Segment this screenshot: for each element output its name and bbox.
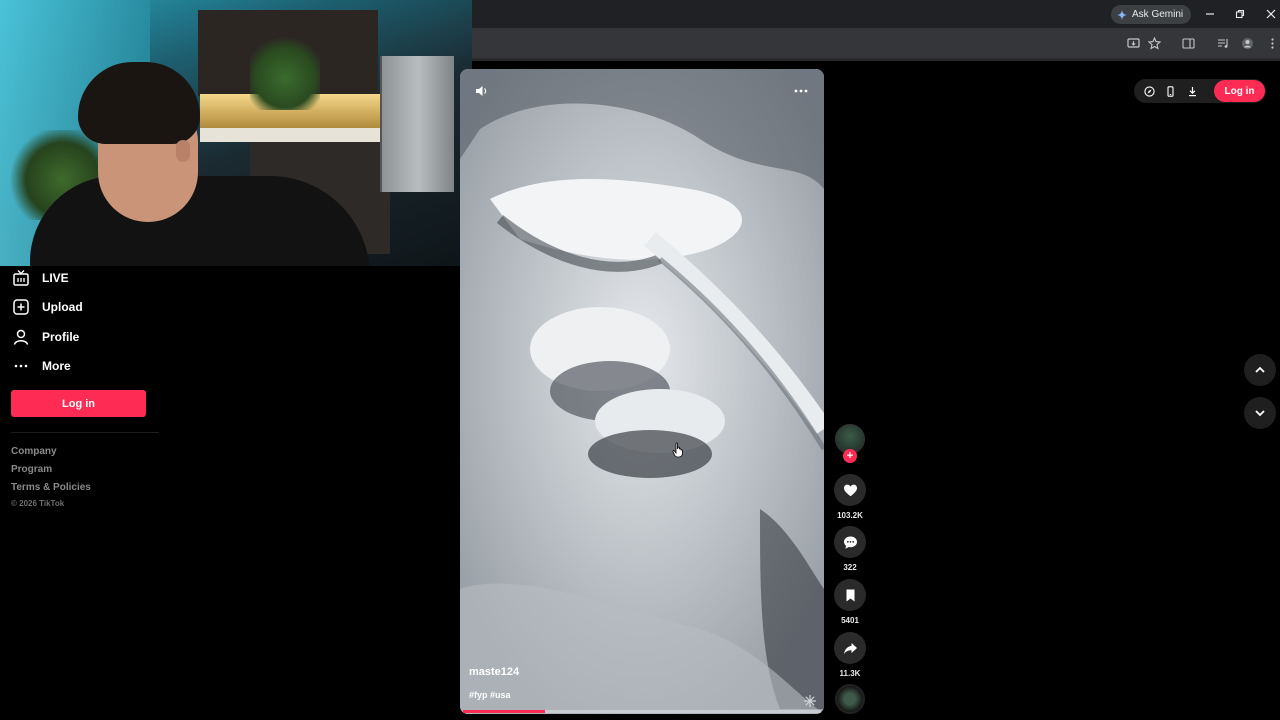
next-video-button[interactable] [1244, 397, 1276, 429]
install-app-icon [1126, 37, 1140, 48]
comment-count: 322 [843, 563, 857, 572]
save-count: 5401 [841, 616, 859, 625]
follow-plus-button[interactable]: + [843, 449, 857, 463]
sidebar-item-label: More [42, 359, 71, 373]
like-count: 103.2K [837, 511, 863, 520]
music-disc-icon[interactable] [835, 684, 865, 714]
like-button[interactable] [834, 474, 866, 506]
profile-icon [1241, 37, 1253, 49]
volume-icon[interactable] [474, 84, 488, 98]
top-login-button[interactable]: Log in [1214, 80, 1265, 102]
download-button[interactable] [1185, 84, 1199, 98]
video-hashtags[interactable]: #fyp #usa [469, 690, 511, 700]
video-username[interactable]: maste124 [469, 666, 519, 678]
sidebar-item-more[interactable]: More [12, 355, 71, 377]
restore-icon [1235, 9, 1245, 19]
footer-link-program[interactable]: Program [11, 464, 52, 475]
heart-icon [843, 484, 857, 496]
share-button[interactable] [834, 632, 866, 664]
sidebar-item-label: Profile [42, 330, 80, 344]
share-count: 11.3K [839, 669, 861, 678]
explore-button[interactable] [1142, 84, 1156, 98]
browser-menu-button[interactable] [1264, 35, 1280, 51]
video-player[interactable] [460, 69, 824, 714]
chevron-down-icon [1255, 410, 1265, 417]
side-panel-icon [1181, 37, 1195, 49]
compass-icon [1143, 85, 1155, 97]
chevron-up-icon [1255, 366, 1265, 373]
bookmark-star-icon [1147, 36, 1161, 50]
profile-button[interactable] [1239, 35, 1255, 51]
phone-icon [1166, 85, 1174, 97]
menu-icon [1270, 37, 1274, 49]
comment-icon [843, 536, 857, 549]
minimize-icon [1206, 13, 1214, 15]
webcam-overlay [0, 0, 472, 266]
media-control-button[interactable] [1215, 35, 1231, 51]
sidebar-item-live[interactable]: LIVE [12, 267, 69, 289]
close-icon [1266, 9, 1276, 19]
close-window-button[interactable] [1263, 6, 1279, 22]
media-icon [1217, 38, 1228, 48]
restore-button[interactable] [1232, 6, 1248, 22]
download-icon [1188, 86, 1196, 96]
previous-video-button[interactable] [1244, 354, 1276, 386]
sidebar-item-upload[interactable]: Upload [12, 296, 83, 318]
save-button[interactable] [834, 579, 866, 611]
sidebar-item-label: Upload [42, 300, 83, 314]
bookmark-button[interactable] [1146, 35, 1162, 51]
sidebar-login-button[interactable]: Log in [11, 390, 146, 417]
get-app-button[interactable] [1163, 84, 1177, 98]
live-tv-icon [13, 270, 29, 286]
screen: Ask Gemini LIVE Upload Profile More Log … [0, 0, 1280, 720]
more-dots-icon [14, 364, 28, 368]
share-arrow-icon [843, 642, 857, 654]
upload-plus-icon [13, 299, 29, 315]
sidebar-item-label: LIVE [42, 271, 69, 285]
video-progress-bar[interactable] [463, 710, 821, 713]
effect-sparkle-icon[interactable] [803, 694, 817, 708]
hand-cursor-icon [672, 442, 683, 458]
snow-footprint-image [460, 69, 824, 714]
video-more-icon[interactable] [792, 84, 810, 98]
footer-link-terms[interactable]: Terms & Policies [11, 482, 91, 493]
ask-gemini-label: Ask Gemini [1132, 9, 1184, 20]
person-icon [13, 329, 29, 345]
ask-gemini-button[interactable]: Ask Gemini [1111, 5, 1192, 24]
footer-link-company[interactable]: Company [11, 446, 57, 457]
sidebar-item-profile[interactable]: Profile [12, 326, 79, 348]
minimize-button[interactable] [1202, 6, 1218, 22]
install-app-button[interactable] [1125, 35, 1141, 51]
bookmark-icon [846, 589, 854, 601]
video-progress-fill [463, 710, 546, 713]
side-panel-button[interactable] [1180, 35, 1196, 51]
gemini-sparkle-icon [1117, 9, 1127, 20]
footer-copyright: © 2026 TikTok [11, 499, 65, 508]
comment-button[interactable] [834, 526, 866, 558]
sidebar-divider [11, 432, 159, 433]
